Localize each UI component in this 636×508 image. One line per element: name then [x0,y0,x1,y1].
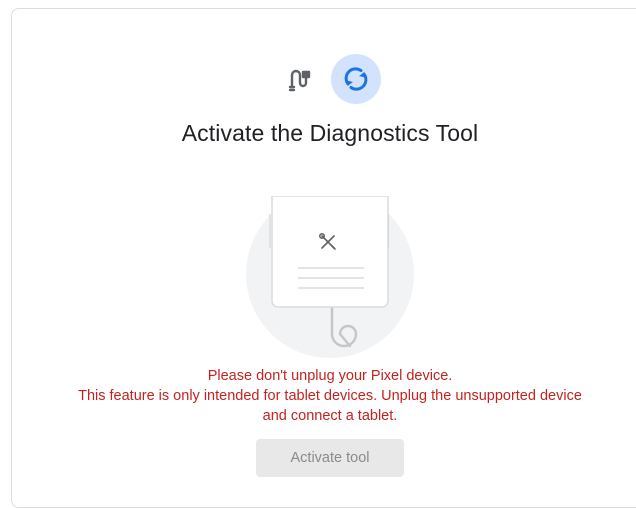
error-messages: Please don't unplug your Pixel device. T… [0,366,636,426]
sync-step-badge [331,54,381,104]
step-indicator [0,54,636,104]
connect-tablet-warning: and connect a tablet. [262,408,398,424]
activate-tool-button[interactable]: Activate tool [256,439,404,477]
unplug-warning: Please don't unplug your Pixel device. [207,368,453,384]
page-title: Activate the Diagnostics Tool [181,120,479,146]
device-illustration [236,190,426,366]
cable-icon [285,65,317,93]
tablet-only-warning: This feature is only intended for tablet… [78,388,582,404]
sync-icon [344,67,368,91]
